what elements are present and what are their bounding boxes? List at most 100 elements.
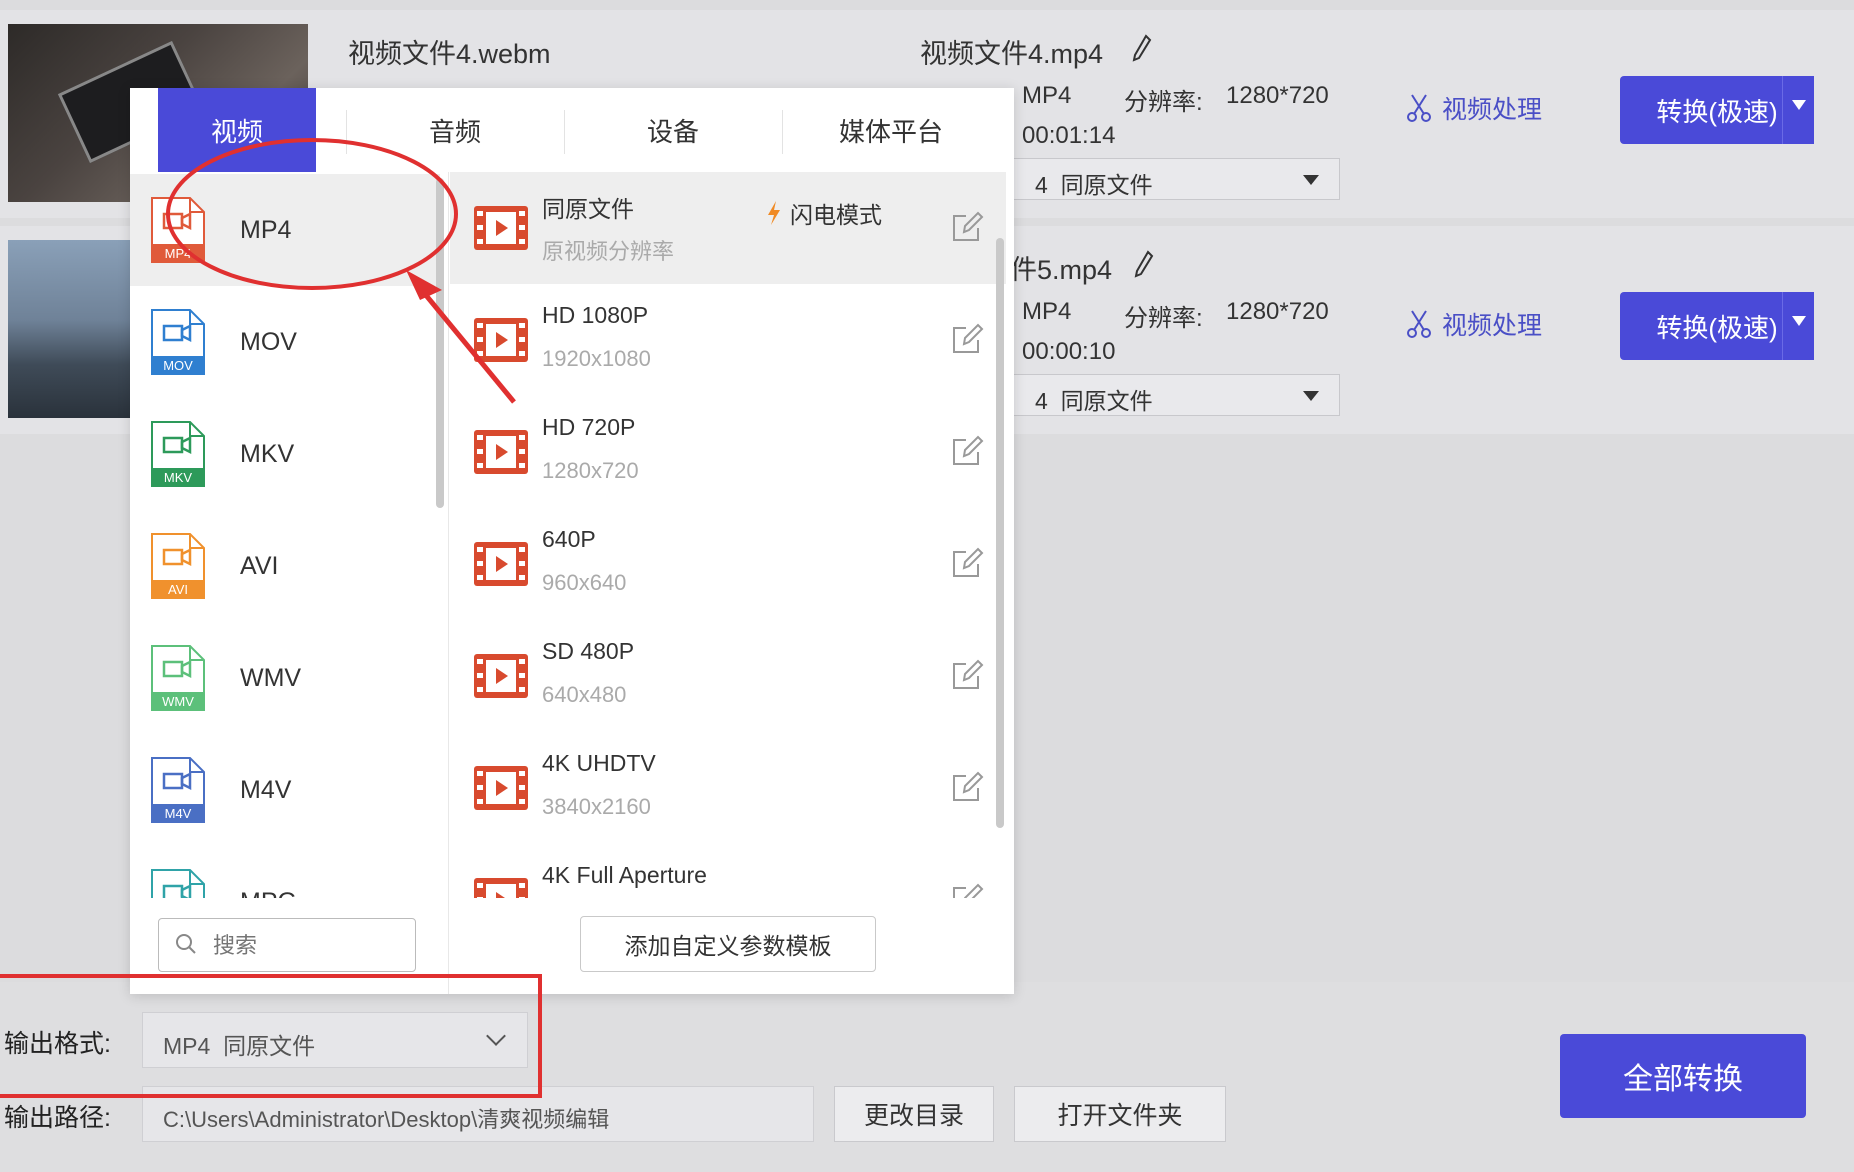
format-tabs: 视频 音频 设备 媒体平台 [130, 88, 1014, 172]
scissors-icon [1407, 310, 1431, 338]
format-badge: MP4 [165, 246, 192, 261]
preset-list-scrollbar[interactable] [996, 238, 1004, 828]
format-item-mkv[interactable]: MKV MKV [130, 398, 440, 510]
preset-title: HD 720P [542, 414, 636, 440]
chevron-down-icon [486, 1026, 506, 1046]
m4v-file-icon: M4V [151, 757, 205, 823]
output-format: MP4 [1022, 298, 1072, 325]
preset-item[interactable]: 4K Full Aperture [450, 844, 1006, 898]
lightning-icon [768, 201, 780, 225]
mp4-file-icon: MP4 [151, 197, 205, 263]
preset-prefix: 4 [1035, 172, 1048, 198]
preset-title: HD 1080P [542, 302, 649, 328]
resolution-value: 1280*720 [1226, 298, 1329, 325]
format-name: MOV [240, 327, 297, 356]
avi-file-icon: AVI [151, 533, 205, 599]
preset-select[interactable]: 4 同原文件 [1004, 374, 1340, 416]
preset-title: 4K Full Aperture [542, 862, 707, 888]
preset-resolution: 640x480 [542, 682, 627, 707]
format-item-mpg[interactable]: MPG [130, 846, 440, 898]
output-file-name: 件5.mp4 [1010, 255, 1113, 285]
format-item-avi[interactable]: AVI AVI [130, 510, 440, 622]
tab-device[interactable]: 设备 [564, 88, 782, 172]
change-directory-button[interactable]: 更改目录 [834, 1086, 994, 1142]
preset-resolution: 原视频分辨率 [542, 239, 675, 264]
caret-down-icon [1303, 391, 1319, 401]
preset-resolution: 3840x2160 [542, 794, 651, 819]
convert-all-button[interactable]: 全部转换 [1560, 1034, 1806, 1118]
add-custom-template-button[interactable]: 添加自定义参数模板 [580, 916, 876, 972]
resolution-label: 分辨率: [1124, 89, 1203, 116]
preset-item[interactable]: HD 720P 1280x720 [450, 396, 1006, 508]
preset-item[interactable]: 4K UHDTV 3840x2160 [450, 732, 1006, 844]
rename-pencil-icon[interactable] [1132, 34, 1152, 62]
video-process-label: 视频处理 [1442, 96, 1543, 124]
output-format: MP4 [1022, 82, 1072, 109]
edit-icon[interactable] [950, 434, 984, 468]
resolution-label: 分辨率: [1124, 305, 1203, 332]
preset-title: SD 480P [542, 638, 635, 664]
format-name: MPG [240, 888, 297, 899]
output-path-field[interactable]: C:\Users\Administrator\Desktop\清爽视频编辑 [142, 1086, 814, 1142]
format-name: AVI [240, 551, 279, 580]
preset-title: 640P [542, 526, 596, 552]
output-format-select[interactable]: MP4 同原文件 [142, 1012, 528, 1068]
preset-resolution: 1920x1080 [542, 346, 651, 371]
tab-media-platform[interactable]: 媒体平台 [782, 88, 1000, 172]
lightning-mode-label: 闪电模式 [790, 202, 882, 228]
preset-item[interactable]: 640P 960x640 [450, 508, 1006, 620]
video-film-icon [474, 542, 528, 586]
rename-pencil-icon[interactable] [1134, 250, 1154, 278]
format-search-box[interactable] [158, 918, 416, 972]
format-item-wmv[interactable]: WMV WMV [130, 622, 440, 734]
search-input[interactable] [213, 931, 403, 961]
video-film-icon [474, 206, 528, 250]
preset-select[interactable]: 4 同原文件 [1004, 158, 1340, 200]
edit-icon[interactable] [950, 546, 984, 580]
preset-value: 同原文件 [1060, 172, 1153, 198]
format-item-m4v[interactable]: M4V M4V [130, 734, 440, 846]
edit-icon[interactable] [950, 210, 984, 244]
format-item-mp4[interactable]: MP4 MP4 [130, 174, 440, 286]
format-list: MP4 MP4 MOV MOV MKV MKV AVI AVI WMV WMV M4V M4V MPG [130, 172, 448, 898]
format-badge: M4V [165, 806, 192, 821]
format-item-mov[interactable]: MOV MOV [130, 286, 440, 398]
preset-resolution: 1280x720 [542, 458, 639, 483]
scissors-icon [1407, 94, 1431, 122]
format-name: MP4 [240, 215, 292, 244]
open-folder-button[interactable]: 打开文件夹 [1014, 1086, 1226, 1142]
preset-item[interactable]: HD 1080P 1920x1080 [450, 284, 1006, 396]
video-film-icon [474, 654, 528, 698]
edit-icon[interactable] [950, 658, 984, 692]
lightning-mode-badge: 闪电模式 [766, 196, 882, 230]
resolution-value: 1280*720 [1226, 82, 1329, 109]
output-format-label: 输出格式: [4, 1030, 111, 1058]
duration: 00:01:14 [1022, 122, 1116, 149]
preset-value: 同原文件 [1060, 388, 1153, 414]
format-list-scrollbar[interactable] [436, 178, 444, 508]
source-file-name: 视频文件4.webm [348, 39, 551, 69]
caret-down-icon [1303, 175, 1319, 185]
format-badge: WMV [162, 694, 194, 709]
preset-title: 同原文件 [542, 196, 634, 222]
wmv-file-icon: WMV [151, 645, 205, 711]
convert-dropdown-icon[interactable] [1782, 292, 1814, 360]
format-name: M4V [240, 775, 292, 804]
video-process-button[interactable]: 视频处理 [1406, 90, 1542, 126]
edit-icon[interactable] [950, 882, 984, 898]
tab-audio[interactable]: 音频 [346, 88, 564, 172]
format-name: MKV [240, 439, 295, 468]
preset-item[interactable]: 同原文件原视频分辨率 闪电模式 [450, 172, 1006, 284]
preset-title: 4K UHDTV [542, 750, 656, 776]
tab-video[interactable]: 视频 [158, 88, 316, 172]
format-badge: AVI [168, 582, 188, 597]
preset-list: 同原文件原视频分辨率 闪电模式 HD 1080P 1920x1080 HD 720P 12… [450, 172, 1014, 898]
video-process-button[interactable]: 视频处理 [1406, 306, 1542, 342]
edit-icon[interactable] [950, 322, 984, 356]
preset-item[interactable]: SD 480P 640x480 [450, 620, 1006, 732]
convert-dropdown-icon[interactable] [1782, 76, 1814, 144]
format-name: WMV [240, 663, 302, 692]
video-process-label: 视频处理 [1442, 312, 1543, 340]
video-film-icon [474, 430, 528, 474]
edit-icon[interactable] [950, 770, 984, 804]
